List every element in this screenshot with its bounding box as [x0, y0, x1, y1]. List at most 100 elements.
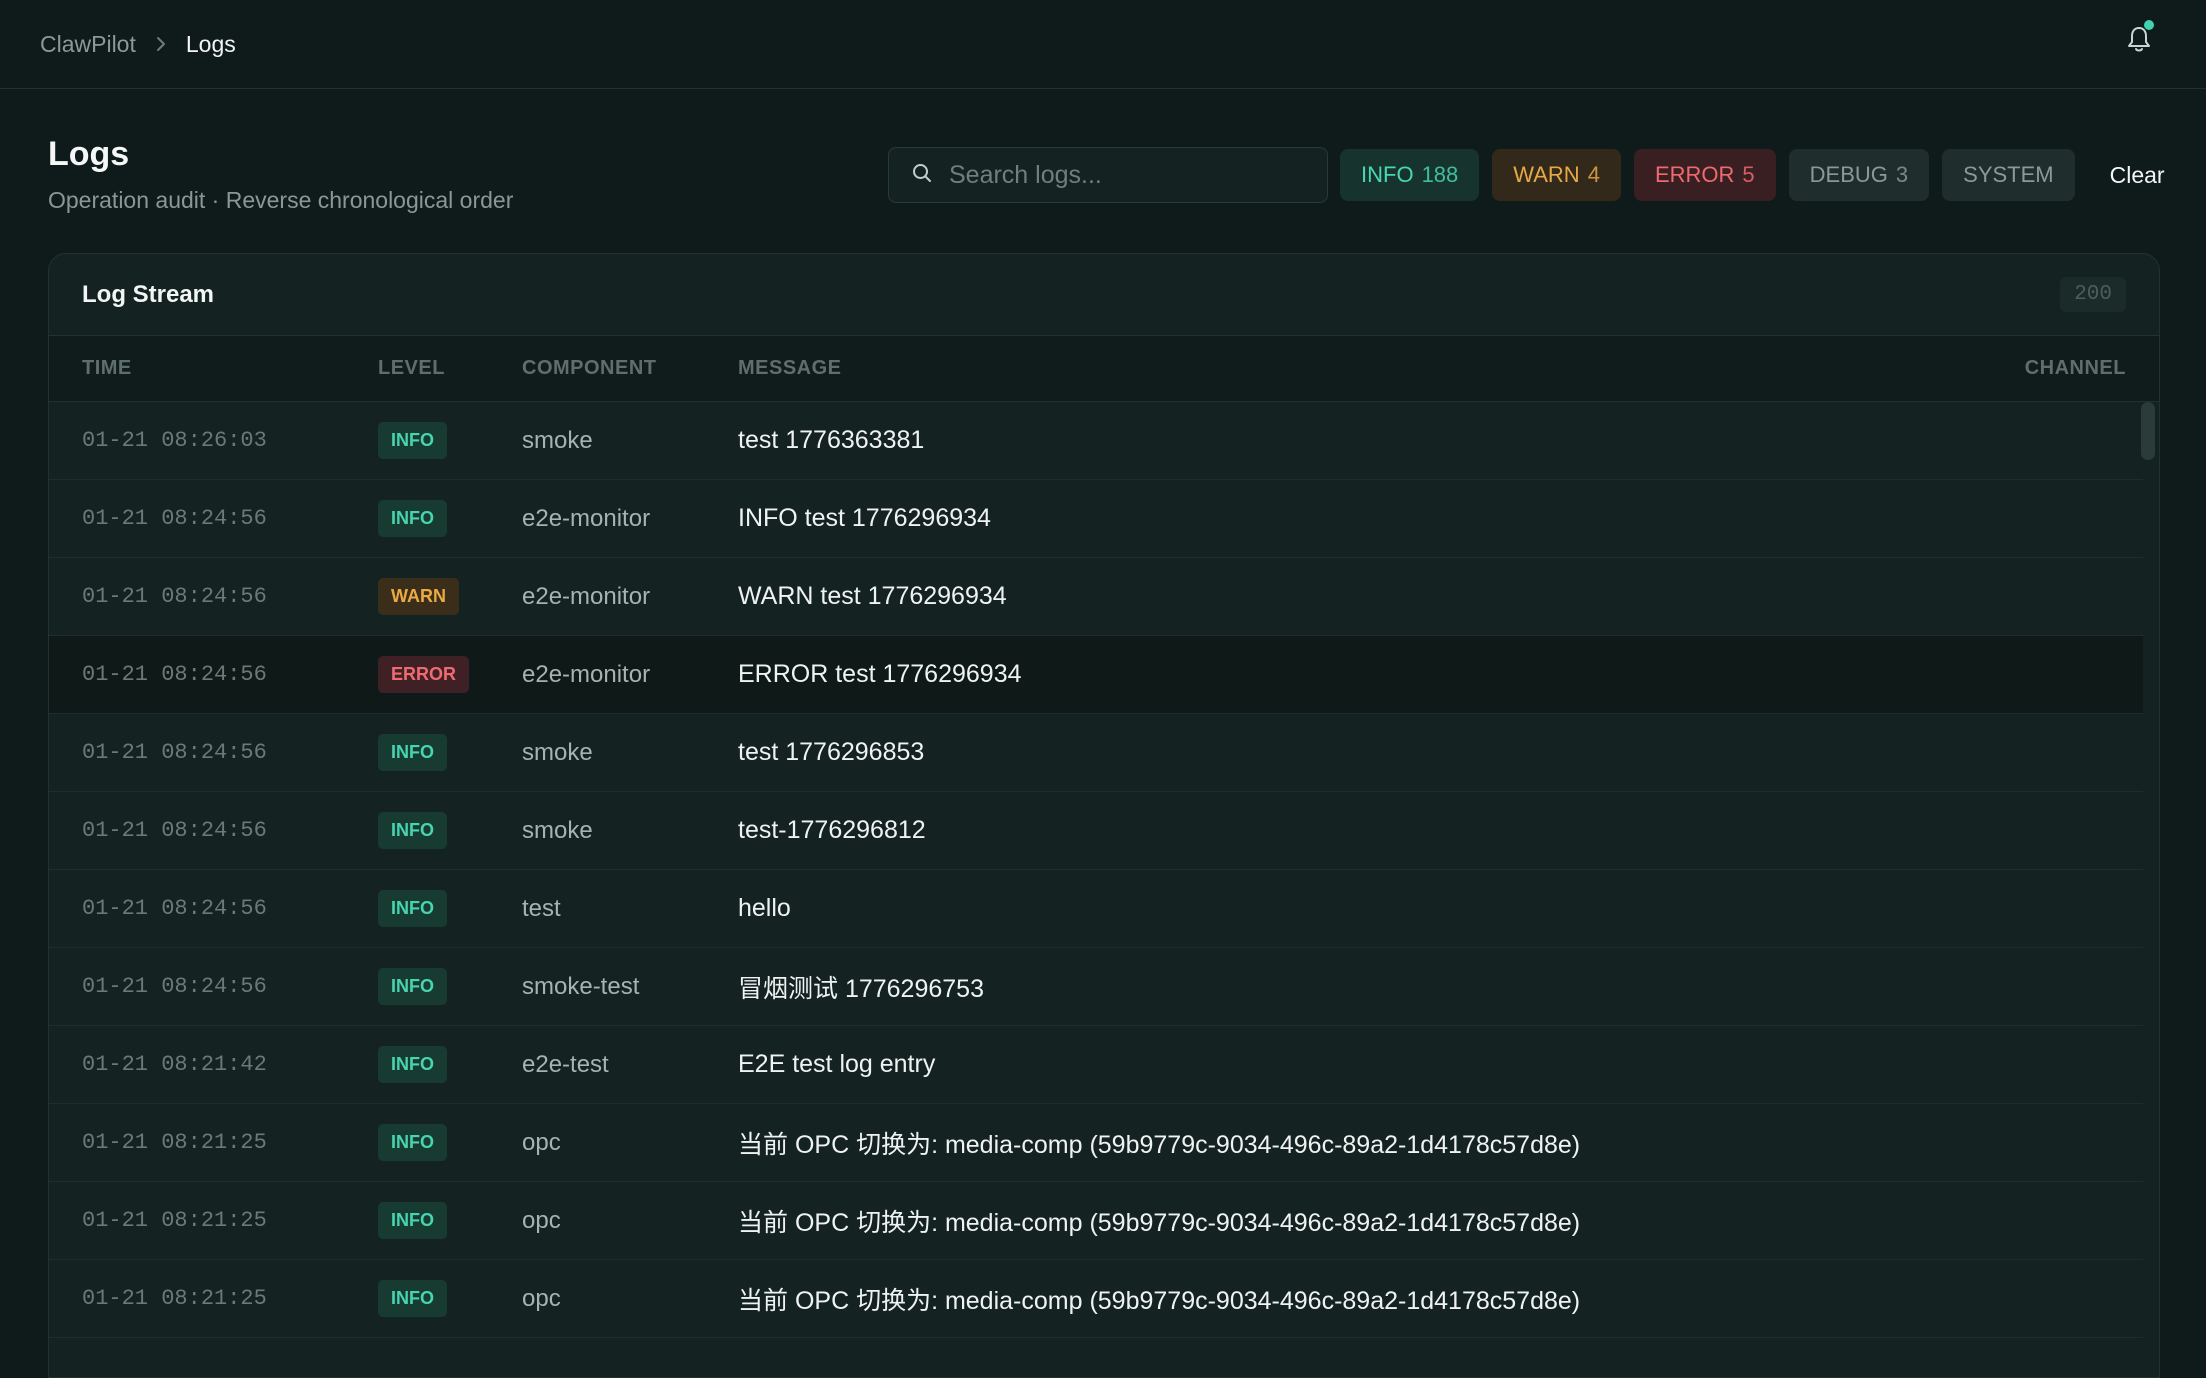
- row-component: e2e-test: [522, 1050, 609, 1078]
- row-level: INFO: [378, 1202, 522, 1239]
- level-filters: INFO 188 WARN 4 ERROR 5 DEBUG 3 SYSTEM C…: [1340, 149, 2165, 201]
- notifications-button[interactable]: [2124, 20, 2154, 56]
- row-level: INFO: [378, 1124, 522, 1161]
- row-level: INFO: [378, 890, 522, 927]
- table-row[interactable]: 01-21 08:24:56 INFO e2e-monitor INFO test 1…: [49, 480, 2143, 558]
- row-time: 01-21 08:24:56: [82, 974, 267, 999]
- card-title: Log Stream: [82, 280, 215, 308]
- row-level: INFO: [378, 968, 522, 1005]
- column-level[interactable]: LEVEL: [378, 357, 522, 380]
- row-message: E2E test log entry: [738, 1050, 936, 1078]
- level-badge: INFO: [378, 812, 447, 849]
- row-component: opc: [522, 1284, 561, 1312]
- search-box[interactable]: [888, 147, 1328, 203]
- column-message[interactable]: MESSAGE: [738, 357, 2006, 380]
- level-badge: INFO: [378, 890, 447, 927]
- column-channel[interactable]: CHANNEL: [2006, 357, 2126, 380]
- scrollbar-thumb[interactable]: [2141, 402, 2155, 460]
- level-badge: INFO: [378, 734, 447, 771]
- table-row[interactable]: 01-21 08:24:56 INFO test hello: [49, 870, 2143, 948]
- row-time: 01-21 08:21:25: [82, 1130, 267, 1155]
- row-level: INFO: [378, 500, 522, 537]
- table-row[interactable]: 01-21 08:24:56 ERROR e2e-monitor ERROR test…: [49, 636, 2143, 714]
- level-badge: INFO: [378, 422, 447, 459]
- row-time: 01-21 08:24:56: [82, 818, 267, 843]
- search-input[interactable]: [949, 160, 1309, 190]
- filter-info-count: 188: [1421, 162, 1459, 187]
- row-level: INFO: [378, 812, 522, 849]
- level-badge: INFO: [378, 1124, 447, 1161]
- column-component[interactable]: COMPONENT: [522, 357, 738, 380]
- table-row[interactable]: 01-21 08:21:42 INFO e2e-test E2E test log e…: [49, 1026, 2143, 1104]
- filter-system-label: SYSTEM: [1963, 162, 2054, 187]
- filter-info-label: INFO: [1361, 162, 1414, 187]
- row-component: smoke: [522, 426, 593, 454]
- row-component: e2e-monitor: [522, 504, 651, 532]
- table-header: TIME LEVEL COMPONENT MESSAGE CHANNEL: [49, 336, 2159, 402]
- row-message: 当前 OPC 切换为: media-comp (59b9779c-9034-49…: [738, 1286, 1581, 1315]
- filter-error-label: ERROR: [1654, 162, 1735, 187]
- row-component: test: [522, 894, 561, 922]
- table-row[interactable]: 01-21 08:24:56 INFO smoke test 1776296853: [49, 714, 2143, 792]
- row-time: 01-21 08:24:56: [82, 584, 267, 609]
- row-component: smoke: [522, 738, 593, 766]
- row-message: test-1776296812: [738, 816, 926, 844]
- table-row[interactable]: 01-21 08:21:25 INFO opc 当前 OPC 切换为: media-c…: [49, 1104, 2143, 1182]
- row-component: opc: [522, 1206, 561, 1234]
- table-row[interactable]: 01-21 08:24:56 INFO smoke-test 冒烟测试 1776296…: [49, 948, 2143, 1026]
- row-time: 01-21 08:24:56: [82, 662, 267, 687]
- table-row[interactable]: 01-21 08:26:03 INFO smoke test 1776363381: [49, 402, 2143, 480]
- row-message: test 1776296853: [738, 738, 925, 766]
- log-stream-card: Log Stream 200 TIME LEVEL COMPONENT MESS…: [48, 253, 2160, 1378]
- row-message: 当前 OPC 切换为: media-comp (59b9779c-9034-49…: [738, 1130, 1581, 1159]
- row-message: hello: [738, 894, 791, 922]
- row-component: smoke-test: [522, 972, 640, 1000]
- breadcrumb-root[interactable]: ClawPilot: [40, 31, 136, 58]
- page-title: Logs: [48, 135, 130, 173]
- row-message: ERROR test 1776296934: [738, 660, 1022, 688]
- row-time: 01-21 08:21:42: [82, 1052, 267, 1077]
- row-component: smoke: [522, 816, 593, 844]
- notification-dot: [2144, 20, 2154, 30]
- row-component: opc: [522, 1128, 561, 1156]
- page-header: Logs Operation audit · Reverse chronolog…: [0, 89, 2206, 254]
- table-row[interactable]: 01-21 08:21:25 INFO opc 当前 OPC 切换为: media-c…: [49, 1182, 2143, 1260]
- level-badge: ERROR: [378, 656, 470, 693]
- breadcrumb-current: Logs: [185, 30, 236, 57]
- level-badge: INFO: [378, 968, 447, 1005]
- row-component: e2e-monitor: [522, 582, 651, 610]
- row-component: e2e-monitor: [522, 660, 651, 688]
- log-count-badge: 200: [2060, 277, 2126, 312]
- filter-debug-label: DEBUG: [1809, 162, 1888, 187]
- level-badge: WARN: [378, 578, 459, 615]
- filter-warn[interactable]: WARN 4: [1492, 149, 1621, 201]
- row-message: 冒烟测试 1776296753: [738, 974, 984, 1003]
- log-rows[interactable]: 01-21 08:26:03 INFO smoke test 1776363381 01…: [49, 402, 2159, 1338]
- filter-system[interactable]: SYSTEM: [1942, 149, 2075, 201]
- row-time: 01-21 08:24:56: [82, 740, 267, 765]
- row-time: 01-21 08:21:25: [82, 1208, 267, 1233]
- table-row[interactable]: 01-21 08:24:56 WARN e2e-monitor WARN test 1…: [49, 558, 2143, 636]
- row-level: ERROR: [378, 656, 522, 693]
- table-row[interactable]: 01-21 08:24:56 INFO smoke test-1776296812: [49, 792, 2143, 870]
- row-level: INFO: [378, 422, 522, 459]
- filter-error[interactable]: ERROR 5: [1633, 149, 1776, 201]
- row-message: 当前 OPC 切换为: media-comp (59b9779c-9034-49…: [738, 1208, 1581, 1237]
- filter-warn-count: 4: [1587, 162, 1600, 187]
- row-level: INFO: [378, 1046, 522, 1083]
- card-header: Log Stream 200: [49, 254, 2159, 336]
- row-message: test 1776363381: [738, 426, 925, 454]
- top-bar: ClawPilot Logs: [0, 0, 2206, 89]
- row-time: 01-21 08:24:56: [82, 506, 267, 531]
- row-message: INFO test 1776296934: [738, 504, 991, 532]
- filter-error-count: 5: [1742, 162, 1755, 187]
- filter-debug[interactable]: DEBUG 3: [1788, 149, 1930, 201]
- level-badge: INFO: [378, 500, 447, 537]
- row-message: WARN test 1776296934: [738, 582, 1007, 610]
- filter-info[interactable]: INFO 188: [1340, 149, 1480, 201]
- row-time: 01-21 08:24:56: [82, 896, 267, 921]
- row-level: INFO: [378, 734, 522, 771]
- clear-button[interactable]: Clear: [2110, 162, 2165, 189]
- column-time[interactable]: TIME: [82, 357, 378, 380]
- table-row[interactable]: 01-21 08:21:25 INFO opc 当前 OPC 切换为: media-c…: [49, 1260, 2143, 1338]
